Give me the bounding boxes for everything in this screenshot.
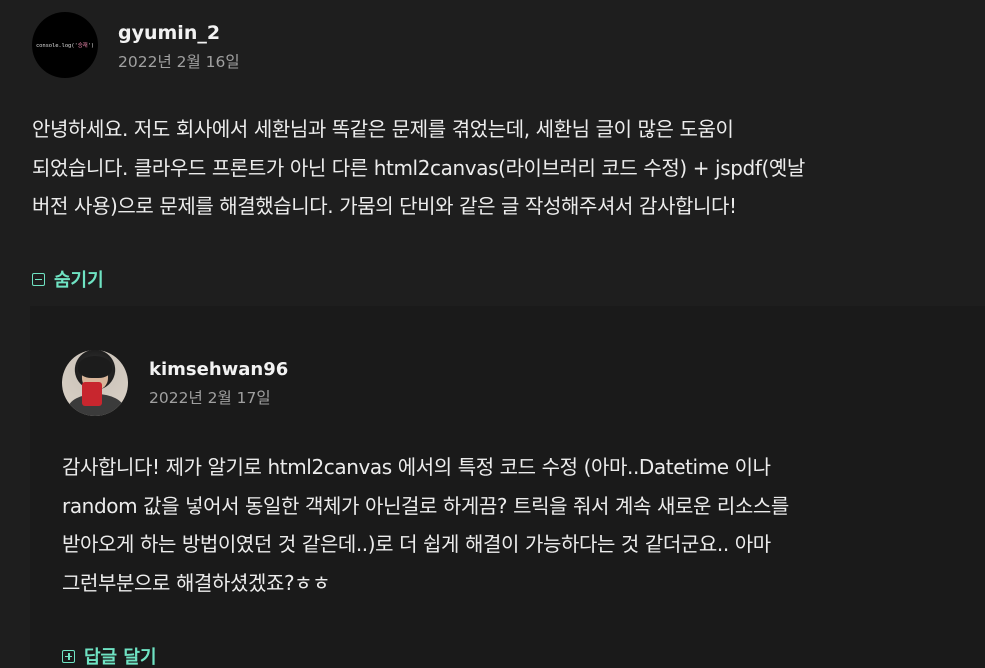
reply-body: 감사합니다! 제가 알기로 html2canvas 에서의 특정 코드 수정 (…	[62, 448, 972, 602]
comment-date: 2022년 2월 16일	[118, 53, 240, 71]
comment-body: 안녕하세요. 저도 회사에서 세환님과 똑같은 문제를 겪었는데, 세환님 글이…	[32, 110, 962, 226]
avatar-photo-hair	[78, 356, 112, 378]
minus-box-icon	[32, 272, 45, 286]
comment-line: 버전 사용)으로 문제를 해결했습니다. 가뭄의 단비와 같은 글 작성해주셔서…	[32, 194, 737, 218]
reply-line: 감사합니다! 제가 알기로 html2canvas 에서의 특정 코드 수정 (…	[62, 455, 771, 479]
reply-user-avatar[interactable]	[62, 350, 128, 416]
reply-username[interactable]: kimsehwan96	[149, 359, 288, 380]
reply-line: random 값을 넣어서 동일한 객체가 아닌걸로 하게끔? 트릭을 줘서 계…	[62, 493, 789, 518]
comment-line: 되었습니다. 클라우드 프론트가 아닌 다른 html2canvas(라이브러리…	[32, 155, 805, 180]
comment-thread: console.log('승재') gyumin_2 2022년 2월 16일 …	[0, 0, 985, 668]
write-reply-label: 답글 달기	[84, 647, 157, 668]
reply-line: 받아오게 하는 방법이였던 것 같은데..)로 더 쉽게 해결이 가능하다는 것…	[62, 532, 771, 556]
write-reply-button[interactable]: 답글 달기	[62, 643, 157, 668]
comment-username[interactable]: gyumin_2	[118, 22, 220, 44]
reply-date: 2022년 2월 17일	[149, 389, 271, 407]
plus-box-icon	[62, 649, 75, 663]
reply-line: 그런부분으로 해결하셨겠죠?ㅎㅎ	[62, 570, 331, 595]
avatar-photo-phone	[82, 382, 102, 406]
hide-replies-label: 숨기기	[54, 270, 104, 291]
hide-replies-button[interactable]: 숨기기	[32, 266, 104, 292]
user-avatar[interactable]: console.log('승재')	[32, 12, 98, 78]
avatar-code-text: console.log('승재')	[35, 43, 95, 49]
comment-line: 안녕하세요. 저도 회사에서 세환님과 똑같은 문제를 겪었는데, 세환님 글이…	[32, 117, 734, 141]
